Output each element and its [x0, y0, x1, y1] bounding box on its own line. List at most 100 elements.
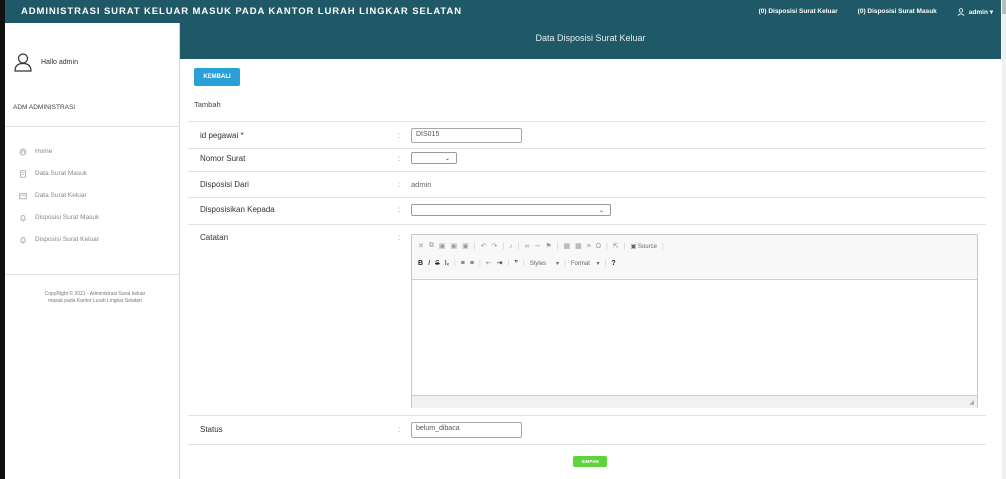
form-row-divider	[188, 224, 986, 225]
bell-icon	[20, 236, 26, 243]
source-button[interactable]: ▣ Source	[631, 243, 657, 250]
id-pegawai-input[interactable]: DIS015	[411, 128, 522, 143]
spellcheck-icon[interactable]: ♪	[509, 243, 513, 250]
status-input[interactable]: belum_dibaca	[411, 422, 522, 438]
sidebar: Hallo admin ADM ADMINISTRASI Home Data S…	[5, 23, 180, 479]
sidebar-item-label: Data Surat Keluar	[35, 192, 87, 199]
maximize-icon[interactable]: ⇱	[613, 242, 619, 250]
editor-toolbar-row: ✕ ⧉ ▣ ▣ ▣ | ↶ ↷ | ♪ | ∞ ∼ ⚑ | ▦ ▦ ≡ Ω | …	[418, 242, 664, 250]
sidebar-profile: Hallo admin	[13, 52, 78, 72]
sidebar-item-disposisi-surat-masuk[interactable]: Disposisi Surat Masuk	[19, 212, 99, 223]
save-button[interactable]: SIMPAN	[573, 456, 607, 467]
blockquote-icon[interactable]: ”	[514, 260, 518, 267]
nav-disposisi-masuk[interactable]: (0) Disposisi Surat Masuk	[858, 8, 937, 15]
sidebar-item-data-surat-masuk[interactable]: Data Surat Masuk	[19, 168, 99, 179]
page-scrollbar[interactable]	[1002, 14, 1006, 479]
toolbar-separator: |	[556, 242, 559, 250]
toolbar-separator: |	[661, 242, 664, 250]
user-menu[interactable]: admin ▾	[957, 7, 993, 16]
folder-icon	[19, 192, 27, 199]
toolbar-separator: |	[606, 242, 608, 250]
paste-icon[interactable]: ▣	[439, 242, 446, 250]
anchor-icon[interactable]: ⚑	[545, 242, 551, 250]
disposisikan-kepada-select[interactable]: ⌄	[411, 204, 611, 216]
strike-icon[interactable]: S	[435, 260, 440, 267]
navbar-right: (0) Disposisi Surat Keluar (0) Disposisi…	[759, 0, 993, 23]
toolbar-separator: |	[502, 242, 505, 250]
toolbar-separator: |	[564, 259, 566, 267]
nomor-surat-select[interactable]: ⌄	[411, 152, 457, 164]
form-colon: :	[398, 233, 401, 242]
undo-icon[interactable]: ↶	[481, 242, 487, 250]
page-header-bar: Data Disposisi Surat Keluar	[180, 23, 1001, 59]
sidebar-divider	[5, 126, 180, 127]
unlink-icon[interactable]: ∼	[534, 242, 540, 250]
window-frame-right	[1002, 0, 1006, 14]
source-label: Source	[637, 243, 657, 250]
editor-status-bar: ◢	[412, 396, 977, 408]
sidebar-role: ADM ADMINISTRASI	[13, 104, 76, 111]
bulleted-list-icon[interactable]: ≡	[470, 260, 474, 267]
form-colon: :	[398, 205, 401, 214]
sidebar-item-label: Disposisi Surat Masuk	[35, 214, 100, 221]
status-label: Status	[200, 425, 223, 434]
copy-icon[interactable]: ⧉	[429, 242, 434, 250]
form-row-divider	[188, 444, 986, 445]
copyright-line: masuk pada Kantor Lurah Lingkar Selatan	[48, 298, 142, 304]
back-button[interactable]: KEMBALI	[194, 68, 240, 86]
special-char-icon[interactable]: Ω	[596, 243, 601, 250]
sidebar-copyright: CopyRight © 2021 - Administrasi Surat ke…	[15, 291, 175, 305]
redo-icon[interactable]: ↷	[491, 242, 497, 250]
editor-toolbar-row: B I S Iₓ | ≡ ≡ | ⇤ ⇥ | ” | Styles ▾ | Fo…	[418, 259, 616, 268]
sidebar-item-label: Home	[35, 148, 53, 155]
resize-handle-icon[interactable]: ◢	[969, 399, 974, 406]
disposisi-dari-label: Disposisi Dari	[200, 180, 249, 189]
form-colon: :	[398, 425, 401, 434]
nav-disposisi-keluar[interactable]: (0) Disposisi Surat Keluar	[759, 8, 838, 15]
numbered-list-icon[interactable]: ≡	[461, 260, 465, 267]
sidebar-item-label: Data Surat Masuk	[35, 170, 88, 177]
image-icon[interactable]: ▦	[563, 242, 570, 250]
sidebar-item-disposisi-surat-keluar[interactable]: Disposisi Surat Keluar	[19, 234, 99, 245]
italic-icon[interactable]: I	[428, 260, 430, 267]
form-colon: :	[398, 154, 401, 163]
link-icon[interactable]: ∞	[524, 243, 529, 250]
user-menu-label: admin ▾	[968, 8, 993, 16]
disposisi-dari-value: admin	[411, 180, 432, 189]
toolbar-separator: |	[517, 242, 520, 250]
catatan-editor-area[interactable]	[412, 280, 977, 396]
toolbar-separator: |	[453, 259, 456, 267]
format-dropdown[interactable]: Format ▾	[571, 260, 600, 267]
toolbar-separator: |	[604, 259, 607, 267]
paste-word-icon[interactable]: ▣	[462, 242, 469, 250]
cut-icon[interactable]: ✕	[418, 242, 424, 250]
top-navbar: ADMINISTRASI SURAT KELUAR MASUK PADA KAN…	[5, 0, 1001, 23]
form-colon: :	[398, 131, 401, 140]
bold-icon[interactable]: B	[418, 260, 423, 267]
catatan-rich-text-editor: ✕ ⧉ ▣ ▣ ▣ | ↶ ↷ | ♪ | ∞ ∼ ⚑ | ▦ ▦ ≡ Ω | …	[411, 234, 978, 408]
remove-format-icon[interactable]: Iₓ	[445, 260, 449, 267]
styles-dropdown[interactable]: Styles ▾	[530, 260, 559, 267]
document-icon	[20, 169, 26, 178]
toolbar-separator: |	[478, 259, 481, 267]
indent-icon[interactable]: ⇥	[497, 259, 503, 267]
paste-text-icon[interactable]: ▣	[451, 242, 458, 250]
chevron-down-icon: ⌄	[598, 208, 604, 214]
toolbar-separator: |	[623, 242, 626, 250]
page-subtitle: Data Disposisi Surat Keluar	[535, 33, 646, 43]
catatan-label: Catatan	[200, 233, 229, 242]
horizontal-line-icon[interactable]: ≡	[587, 243, 591, 250]
chevron-down-icon: ⌄	[444, 156, 450, 162]
home-icon	[19, 148, 27, 155]
sidebar-item-data-surat-keluar[interactable]: Data Surat Keluar	[19, 190, 99, 201]
help-icon[interactable]: ?	[611, 260, 615, 267]
styles-label: Styles	[529, 260, 547, 267]
toolbar-separator: |	[473, 242, 476, 250]
copyright-line: CopyRight © 2021 - Administrasi Surat ke…	[44, 291, 146, 297]
outdent-icon[interactable]: ⇤	[486, 259, 492, 267]
sidebar-item-home[interactable]: Home	[19, 146, 99, 157]
form-row-divider	[188, 148, 986, 149]
app-title: ADMINISTRASI SURAT KELUAR MASUK PADA KAN…	[21, 6, 462, 17]
format-label: Format	[570, 260, 590, 267]
table-icon[interactable]: ▦	[575, 242, 582, 250]
